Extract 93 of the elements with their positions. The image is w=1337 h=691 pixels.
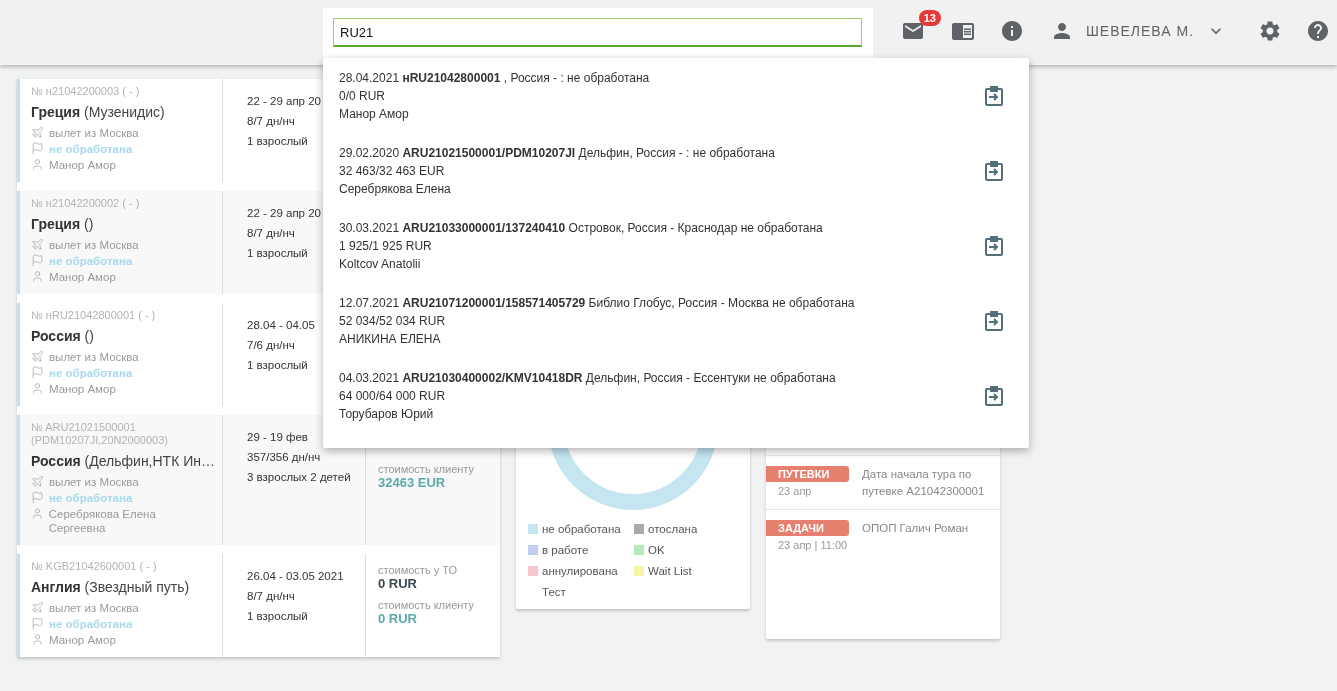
plane-icon — [31, 350, 44, 363]
legend-label: Тест — [542, 586, 566, 598]
order-number: № н21042200003 ( - ) — [31, 85, 141, 98]
tour-nights: 8/7 дн/нч — [247, 590, 295, 602]
result-amount: 1 925/1 925 RUR — [339, 237, 433, 255]
order-title: Греция (Музенидис) — [31, 104, 166, 120]
tour-dates: 28.04 - 04.05 — [247, 319, 315, 331]
user-icon — [31, 382, 44, 395]
manager-name: Манор Амор — [49, 158, 116, 172]
tour-dates: 26.04 - 03.05 2021 — [247, 570, 344, 582]
order-title: Англия (Звездный путь) — [31, 579, 191, 595]
search-field[interactable]: RU21 — [333, 18, 862, 47]
order-title: Россия (Дельфин,НТК Ин… — [31, 453, 212, 469]
legend-label: не обработана — [542, 523, 621, 535]
price-value: 0 RUR — [378, 576, 418, 591]
tour-nights: 8/7 дн/нч — [247, 227, 295, 239]
result-person: АНИКИНА ЕЛЕНА — [339, 330, 442, 348]
legend-label: OK — [648, 544, 665, 556]
plane-icon — [31, 238, 44, 251]
user-icon — [31, 270, 44, 283]
clipboard-arrow-icon[interactable] — [983, 159, 1005, 182]
legend-label: аннулирована — [542, 565, 618, 577]
order-number: № ARU21021500001 (PDM10207JI,20N2000003) — [31, 421, 169, 447]
event-text: Дата начала тура по путевке A21042300001 — [862, 467, 986, 499]
flag-icon — [31, 142, 44, 155]
manager-name: Манор Амор — [49, 382, 116, 396]
manager-name: Манор Амор — [49, 270, 116, 284]
status-text: не обработана — [49, 491, 133, 505]
departure-text: вылет из Москва — [49, 126, 139, 140]
user-icon — [31, 633, 44, 646]
user-menu[interactable]: ШЕВЕЛЕВА М. — [1050, 19, 1227, 43]
tour-dates: 22 - 29 апр 20 — [247, 207, 321, 219]
result-amount: 52 034/52 034 RUR — [339, 312, 447, 330]
status-text: не обработана — [49, 142, 133, 156]
tour-nights: 8/7 дн/нч — [247, 115, 295, 127]
departure-text: вылет из Москва — [49, 601, 139, 615]
order-number: № KGB21042600001 ( - ) — [31, 560, 158, 573]
order-number: № н21042200002 ( - ) — [31, 197, 141, 210]
price-label: стоимость клиенту — [378, 599, 476, 611]
clipboard-arrow-icon[interactable] — [983, 309, 1005, 332]
category-tag: ЗАДАЧИ — [766, 520, 849, 536]
flag-icon — [31, 254, 44, 267]
tour-dates: 22 - 29 апр 20 — [247, 95, 321, 107]
clipboard-arrow-icon[interactable] — [983, 384, 1005, 407]
status-text: не обработана — [49, 617, 133, 631]
price-label: стоимость у ТО — [378, 564, 459, 576]
tour-nights: 357/356 дн/нч — [247, 451, 321, 463]
user-icon — [31, 507, 44, 520]
flag-icon — [31, 366, 44, 379]
status-text: не обработана — [49, 254, 133, 268]
travelers-text: 1 взрослый — [247, 610, 308, 622]
help-icon[interactable] — [1306, 19, 1331, 43]
plane-icon — [31, 475, 44, 488]
price-value: 0 RUR — [378, 611, 418, 626]
departure-text: вылет из Москва — [49, 475, 139, 489]
departure-text: вылет из Москва — [49, 238, 139, 252]
event-date: 23 апр | 11:00 — [777, 539, 849, 551]
clipboard-arrow-icon[interactable] — [983, 234, 1005, 257]
result-person: Манор Амор — [339, 105, 410, 123]
event-text: ОПОП Галич Роман — [862, 521, 970, 536]
flag-icon — [31, 491, 44, 504]
travelers-text: 3 взрослых 2 детей — [247, 471, 351, 483]
result-amount: 64 000/64 000 RUR — [339, 387, 447, 405]
legend-label: Wait List — [648, 565, 692, 577]
manager-name: Серебрякова Елена Сергеевна — [48, 507, 157, 535]
order-title: Россия () — [31, 328, 95, 344]
user-icon — [31, 158, 44, 171]
clipboard-arrow-icon[interactable] — [983, 84, 1005, 107]
travelers-text: 1 взрослый — [247, 135, 308, 147]
result-person: Koltcov Anatolii — [339, 255, 422, 273]
info-icon[interactable] — [1000, 19, 1024, 43]
price-label: стоимость клиенту — [378, 463, 476, 475]
result-amount: 0/0 RUR — [339, 87, 386, 105]
plane-icon — [31, 126, 44, 139]
category-tag: ПУТЕВКИ — [766, 466, 849, 482]
tour-dates: 29 - 19 фев — [247, 431, 308, 443]
order-card[interactable]: № KGB21042600001 ( - ) Англия (Звездный путь) вылет из Москва не обработана Манор Амор 26.04 - 03.05 2021 8/7 дн/нч 1 взрослый стоимость у ТО 0 RUR стоимость клиенту 0 RUR — [17, 554, 500, 657]
event-date: 23 апр — [777, 485, 813, 497]
plane-icon — [31, 601, 44, 614]
tour-nights: 7/6 дн/нч — [247, 339, 295, 351]
legend-label: в работе — [542, 544, 589, 556]
price-value: 32463 EUR — [378, 475, 447, 490]
mail-button[interactable]: 13 — [901, 10, 941, 44]
manager-name: Манор Амор — [49, 633, 116, 647]
flag-icon — [31, 617, 44, 630]
order-number: № нRU21042800001 ( - ) — [31, 309, 157, 322]
travelers-text: 1 взрослый — [247, 359, 308, 371]
departure-text: вылет из Москва — [49, 350, 139, 364]
travelers-text: 1 взрослый — [247, 247, 308, 259]
result-amount: 32 463/32 463 EUR — [339, 162, 446, 180]
status-text: не обработана — [49, 366, 133, 380]
order-title: Греция () — [31, 216, 95, 232]
legend-label: отослана — [648, 523, 698, 535]
